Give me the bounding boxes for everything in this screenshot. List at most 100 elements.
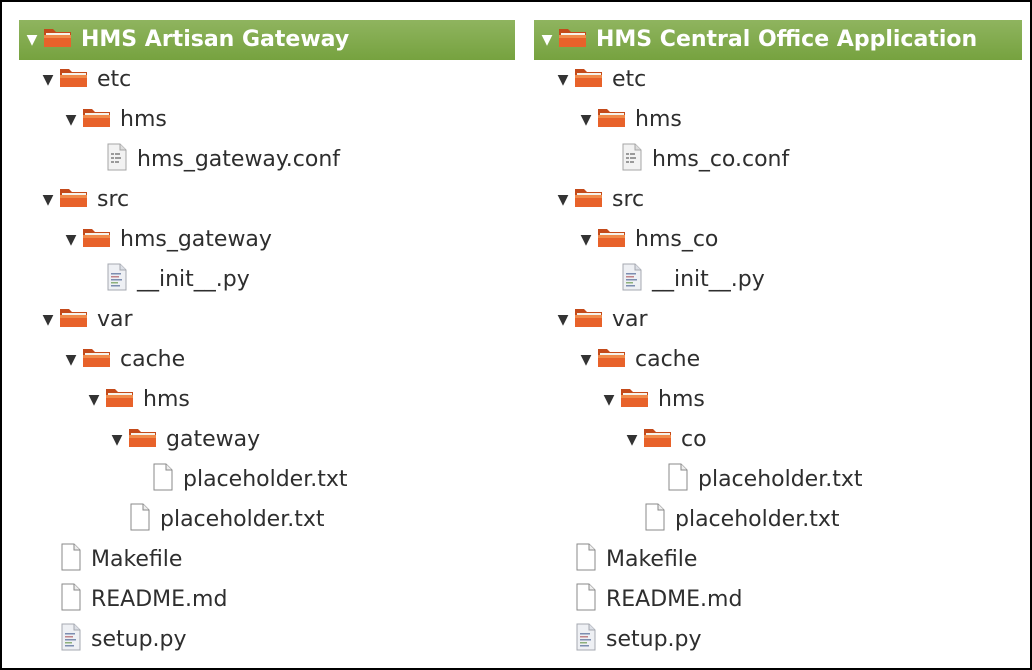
tree-item-folder[interactable]: ▼ hms [19, 100, 515, 140]
config-file-icon [620, 143, 644, 177]
tree-item-label: hms [120, 107, 167, 132]
text-file-icon [643, 503, 667, 537]
expanded-arrow-icon[interactable]: ▼ [64, 112, 78, 128]
tree-item-label: cache [120, 347, 186, 372]
expanded-arrow-icon[interactable]: ▼ [41, 312, 55, 328]
folder-icon [59, 305, 89, 335]
window-frame: ▼ HMS Artisan Gateway ▼ etc ▼ hms hms_gat… [0, 0, 1032, 670]
tree-item-label: __init__.py [137, 267, 250, 292]
tree-item-file[interactable]: placeholder.txt [19, 500, 515, 540]
folder-icon [82, 105, 112, 135]
tree-item-file[interactable]: README.md [534, 580, 1022, 620]
tree-item-file[interactable]: README.md [19, 580, 515, 620]
tree-item-label: hms [143, 387, 190, 412]
expanded-arrow-icon[interactable]: ▼ [87, 392, 101, 408]
tree-item-script[interactable]: setup.py [19, 620, 515, 660]
tree-item-label: cache [635, 347, 701, 372]
expanded-arrow-icon[interactable]: ▼ [64, 352, 78, 368]
tree-item-label: Makefile [91, 547, 183, 572]
tree-item-label: etc [97, 67, 132, 92]
tree-item-label: placeholder.txt [183, 467, 348, 492]
expanded-arrow-icon[interactable]: ▼ [556, 312, 570, 328]
folder-icon [59, 185, 89, 215]
tree-item-folder[interactable]: ▼ etc [19, 60, 515, 100]
text-file-icon [59, 583, 83, 617]
python-script-icon [59, 623, 83, 657]
tree-root-header[interactable]: ▼ HMS Central Office Application [534, 20, 1022, 60]
tree-item-folder[interactable]: ▼ co [534, 420, 1022, 460]
folder-icon [43, 25, 73, 55]
expanded-arrow-icon[interactable]: ▼ [556, 192, 570, 208]
tree-item-label: etc [612, 67, 647, 92]
tree-item-label: hms [658, 387, 705, 412]
expanded-arrow-icon[interactable]: ▼ [25, 32, 39, 48]
text-file-icon [666, 463, 690, 497]
tree-item-folder[interactable]: ▼ hms [534, 380, 1022, 420]
folder-icon [597, 105, 627, 135]
tree-item-folder[interactable]: ▼ cache [534, 340, 1022, 380]
tree-root-header[interactable]: ▼ HMS Artisan Gateway [19, 20, 515, 60]
tree-items: ▼ etc ▼ hms hms_gateway.conf ▼ src ▼ hms_ga… [19, 60, 515, 660]
tree-item-folder[interactable]: ▼ src [534, 180, 1022, 220]
folder-icon [620, 385, 650, 415]
tree-item-folder[interactable]: ▼ gateway [19, 420, 515, 460]
python-script-icon [574, 623, 598, 657]
tree-item-script[interactable]: setup.py [534, 620, 1022, 660]
text-file-icon [574, 543, 598, 577]
folder-icon [574, 65, 604, 95]
tree-item-folder[interactable]: ▼ src [19, 180, 515, 220]
tree-item-folder[interactable]: ▼ hms_gateway [19, 220, 515, 260]
tree-item-config[interactable]: hms_co.conf [534, 140, 1022, 180]
expanded-arrow-icon[interactable]: ▼ [64, 232, 78, 248]
folder-icon [59, 65, 89, 95]
expanded-arrow-icon[interactable]: ▼ [41, 72, 55, 88]
tree-item-label: src [612, 187, 645, 212]
tree-item-folder[interactable]: ▼ hms [534, 100, 1022, 140]
tree-item-label: hms_gateway [120, 227, 272, 252]
tree-item-file[interactable]: Makefile [534, 540, 1022, 580]
root-label: HMS Artisan Gateway [81, 27, 350, 52]
tree-item-folder[interactable]: ▼ etc [534, 60, 1022, 100]
expanded-arrow-icon[interactable]: ▼ [579, 232, 593, 248]
expanded-arrow-icon[interactable]: ▼ [41, 192, 55, 208]
folder-icon [574, 305, 604, 335]
tree-item-script[interactable]: __init__.py [19, 260, 515, 300]
tree-item-label: __init__.py [652, 267, 765, 292]
expanded-arrow-icon[interactable]: ▼ [625, 432, 639, 448]
folder-icon [597, 225, 627, 255]
tree-item-folder[interactable]: ▼ hms [19, 380, 515, 420]
right-project-tree: ▼ HMS Central Office Application ▼ etc ▼ … [534, 20, 1022, 660]
tree-item-label: Makefile [606, 547, 698, 572]
tree-item-label: co [681, 427, 707, 452]
tree-item-folder[interactable]: ▼ hms_co [534, 220, 1022, 260]
expanded-arrow-icon[interactable]: ▼ [579, 352, 593, 368]
tree-item-label: placeholder.txt [698, 467, 863, 492]
tree-items: ▼ etc ▼ hms hms_co.conf ▼ src ▼ hms_co _… [534, 60, 1022, 660]
tree-item-folder[interactable]: ▼ var [534, 300, 1022, 340]
folder-icon [574, 185, 604, 215]
expanded-arrow-icon[interactable]: ▼ [602, 392, 616, 408]
config-file-icon [105, 143, 129, 177]
text-file-icon [574, 583, 598, 617]
folder-icon [558, 25, 588, 55]
tree-item-file[interactable]: placeholder.txt [534, 460, 1022, 500]
expanded-arrow-icon[interactable]: ▼ [110, 432, 124, 448]
expanded-arrow-icon[interactable]: ▼ [540, 32, 554, 48]
tree-item-label: hms_co [635, 227, 719, 252]
expanded-arrow-icon[interactable]: ▼ [579, 112, 593, 128]
tree-item-config[interactable]: hms_gateway.conf [19, 140, 515, 180]
tree-item-folder[interactable]: ▼ cache [19, 340, 515, 380]
tree-item-file[interactable]: placeholder.txt [19, 460, 515, 500]
tree-item-file[interactable]: Makefile [19, 540, 515, 580]
tree-item-label: setup.py [606, 627, 702, 652]
python-script-icon [105, 263, 129, 297]
tree-item-label: README.md [91, 587, 228, 612]
tree-item-folder[interactable]: ▼ var [19, 300, 515, 340]
tree-item-label: README.md [606, 587, 743, 612]
tree-item-script[interactable]: __init__.py [534, 260, 1022, 300]
expanded-arrow-icon[interactable]: ▼ [556, 72, 570, 88]
tree-item-label: hms_gateway.conf [137, 147, 341, 172]
tree-item-label: hms [635, 107, 682, 132]
tree-item-file[interactable]: placeholder.txt [534, 500, 1022, 540]
text-file-icon [128, 503, 152, 537]
